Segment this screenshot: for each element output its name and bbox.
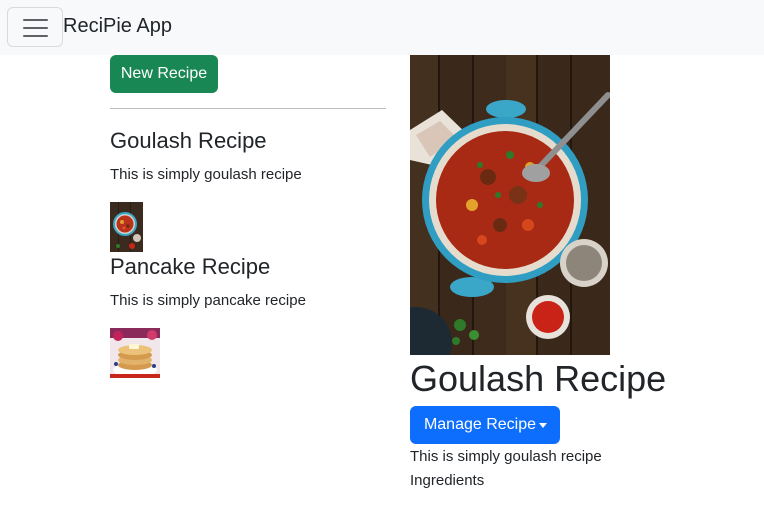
brand-link[interactable]: ReciPie App (63, 14, 172, 38)
recipe-list-title[interactable]: Pancake Recipe (110, 253, 270, 281)
navbar: ReciPie App (0, 0, 764, 55)
goulash-thumbnail[interactable] (110, 202, 143, 252)
recipe-detail-description: This is simply goulash recipe (410, 448, 602, 465)
manage-recipe-label: Manage Recipe (423, 416, 537, 433)
pancake-thumbnail[interactable] (110, 328, 160, 378)
manage-recipe-dropdown-button[interactable]: Manage Recipe (410, 406, 560, 444)
recipe-detail-title: Goulash Recipe (410, 358, 667, 399)
new-recipe-button[interactable]: New Recipe (110, 55, 218, 93)
hamburger-icon (23, 19, 48, 37)
divider (110, 108, 386, 109)
ingredients-heading: Ingredients (410, 472, 485, 489)
recipe-detail-image (410, 55, 610, 355)
navbar-toggler-button[interactable] (7, 7, 63, 47)
recipe-list-description: This is simply pancake recipe (110, 292, 306, 309)
recipe-list-description: This is simply goulash recipe (110, 166, 302, 183)
recipe-list-title[interactable]: Goulash Recipe (110, 127, 267, 155)
caret-down-icon (539, 423, 547, 428)
